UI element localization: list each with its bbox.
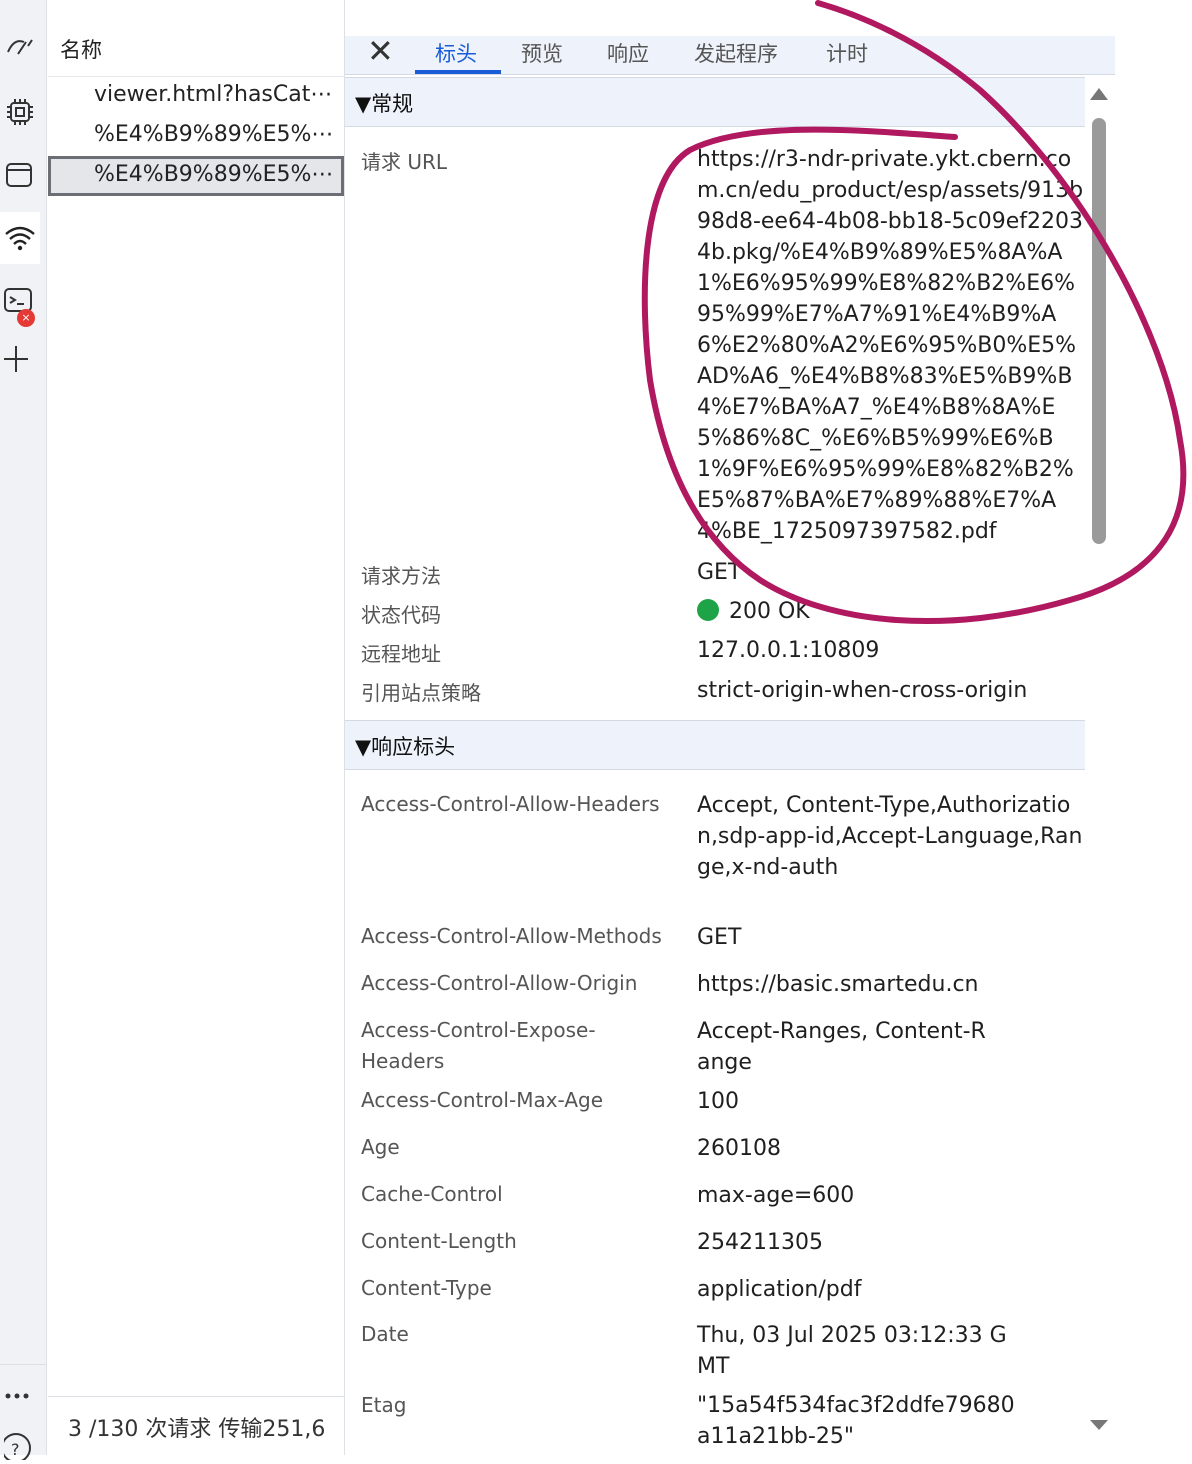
tab-headers[interactable]: 标头: [435, 38, 477, 72]
tab-initiator[interactable]: 发起程序: [694, 38, 778, 72]
name-column-header[interactable]: 名称: [48, 36, 344, 77]
scroll-up-arrow-icon[interactable]: [1090, 88, 1108, 100]
performance-icon[interactable]: [0, 28, 40, 68]
status-bar: 3 /130 次请求 传输251,6: [48, 1396, 344, 1456]
add-icon[interactable]: [0, 338, 40, 378]
request-url-label: 请求 URL: [361, 150, 448, 174]
header-key: Cache-Control: [361, 1182, 503, 1206]
window-icon[interactable]: [0, 155, 40, 195]
help-icon[interactable]: ?: [0, 1424, 40, 1464]
tab-timing[interactable]: 计时: [826, 38, 868, 72]
header-value: 254211305: [697, 1230, 823, 1255]
headers-detail-panel: ✕ 标头 预览 响应 发起程序 计时 ▼常规 请求 URL https://r3…: [345, 0, 1130, 1455]
request-name: %E4%B9%89%E5%⋯: [94, 122, 334, 147]
header-key: Access-Control-Max-Age: [361, 1088, 604, 1112]
scroll-down-arrow-icon[interactable]: [1090, 1420, 1108, 1430]
activity-bar: × ?: [0, 0, 47, 1460]
header-value: https://basic.smartedu.cn: [697, 972, 979, 997]
header-key: Access-Control-Expose-Headers: [361, 1018, 596, 1073]
status-code-value: 200 OK: [697, 596, 1087, 627]
request-name: viewer.html?hasCat⋯: [94, 82, 333, 107]
tab-preview[interactable]: 预览: [521, 38, 563, 72]
active-tab-indicator: [415, 70, 501, 74]
more-icon[interactable]: [0, 1374, 40, 1414]
header-value: "15a54f534fac3f2ddfe79680a11a21bb-25": [697, 1393, 1015, 1449]
header-key: Etag: [361, 1393, 407, 1417]
status-code-label: 状态代码: [361, 603, 441, 627]
error-badge: ×: [17, 309, 35, 327]
header-key: Access-Control-Allow-Methods: [361, 924, 662, 948]
request-row[interactable]: viewer.html?hasCat⋯: [48, 76, 344, 116]
header-key: Date: [361, 1322, 409, 1346]
request-method-label: 请求方法: [361, 564, 441, 588]
cpu-chip-icon[interactable]: [0, 92, 40, 132]
header-value: Accept, Content-Type,Authorization,sdp-a…: [697, 793, 1083, 880]
referrer-policy-label: 引用站点策略: [361, 681, 481, 705]
close-icon[interactable]: ✕: [367, 32, 394, 70]
scrollbar-thumb[interactable]: [1092, 118, 1106, 544]
request-row-selected[interactable]: %E4%B9%89%E5%⋯: [48, 156, 344, 196]
header-value: GET: [697, 925, 742, 950]
remote-address-label: 远程地址: [361, 642, 441, 666]
header-key: Content-Length: [361, 1229, 517, 1253]
header-value: application/pdf: [697, 1277, 862, 1302]
request-url-value[interactable]: https://r3-ndr-private.ykt.cbern.com.cn/…: [697, 144, 1087, 547]
svg-text:?: ?: [11, 1440, 20, 1459]
header-value: Thu, 03 Jul 2025 03:12:33 GMT: [697, 1323, 1007, 1379]
header-value: 100: [697, 1089, 739, 1114]
status-ok-icon: [697, 599, 719, 621]
general-section-header[interactable]: ▼常规: [345, 77, 1085, 127]
section-title: ▼响应标头: [355, 735, 456, 759]
column-header-label: 名称: [60, 38, 102, 62]
right-margin: [1130, 0, 1192, 1455]
header-key: Content-Type: [361, 1276, 492, 1300]
header-key: Access-Control-Allow-Origin: [361, 971, 638, 995]
request-method-value: GET: [697, 560, 742, 585]
tab-response[interactable]: 响应: [607, 38, 649, 72]
header-value: Accept-Ranges, Content-Range: [697, 1019, 986, 1075]
request-name: %E4%B9%89%E5%⋯: [94, 162, 334, 187]
request-summary: 3 /130 次请求 传输251,6: [68, 1417, 326, 1442]
header-key: Age: [361, 1135, 400, 1159]
wifi-network-icon[interactable]: [0, 212, 40, 264]
status-text: 200 OK: [729, 599, 810, 624]
request-list: 名称 viewer.html?hasCat⋯ %E4%B9%89%E5%⋯ %E…: [48, 0, 345, 1456]
remote-address-value: 127.0.0.1:10809: [697, 638, 880, 663]
section-title: ▼常规: [355, 92, 414, 116]
header-key: Access-Control-Allow-Headers: [361, 792, 660, 816]
request-row[interactable]: %E4%B9%89%E5%⋯: [48, 116, 344, 156]
referrer-policy-value: strict-origin-when-cross-origin: [697, 678, 1028, 703]
header-value: 260108: [697, 1136, 781, 1161]
divider: [0, 1364, 46, 1365]
response-headers-section-header[interactable]: ▼响应标头: [345, 720, 1085, 770]
header-value: max-age=600: [697, 1183, 855, 1208]
